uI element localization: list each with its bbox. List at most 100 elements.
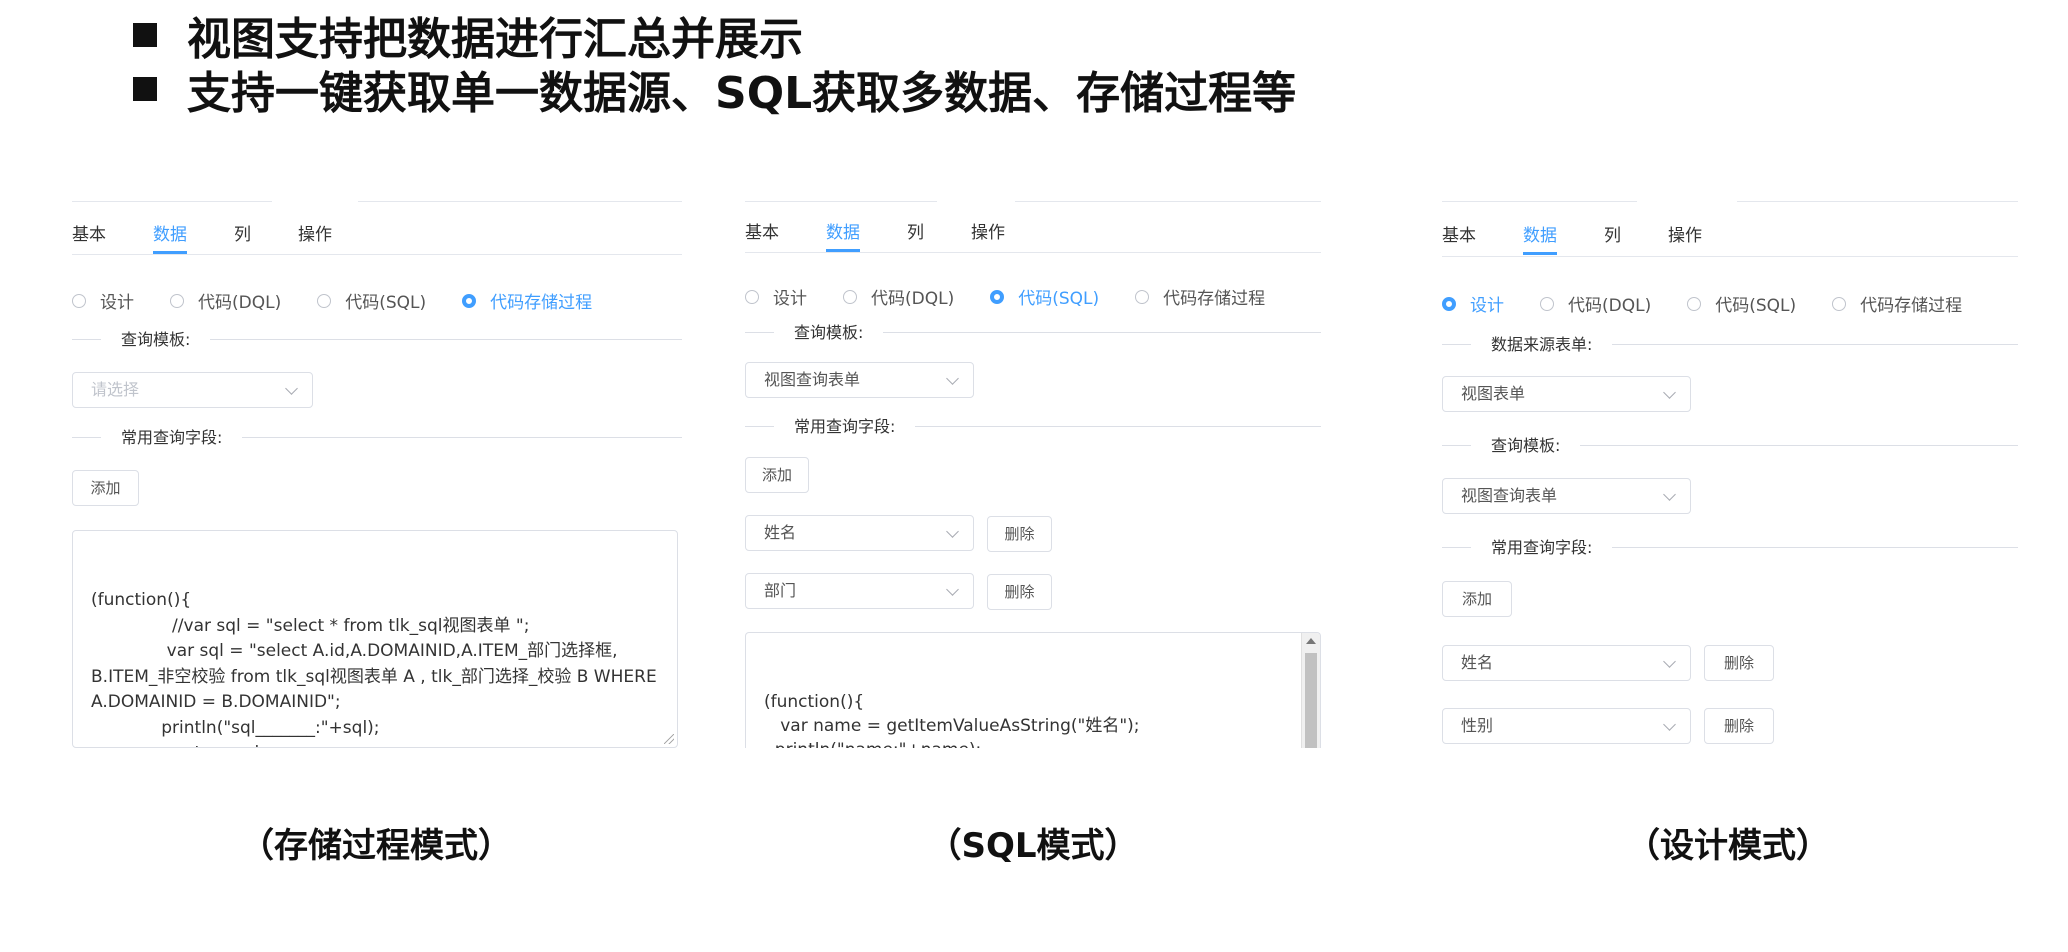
radio-dot-icon [990, 289, 1005, 304]
tab-basic[interactable]: 基本 [1442, 219, 1476, 253]
chevron-down-icon [946, 525, 959, 538]
select-value: 性别 [1461, 716, 1494, 735]
radio-code-dql[interactable]: 代码(DQL) [170, 288, 281, 313]
tab-columns[interactable]: 列 [234, 218, 251, 252]
caption-procedure-mode: （存储过程模式） [240, 826, 512, 866]
mode-radio-group: 设计 代码(DQL) 代码(SQL) 代码存储过程 [72, 288, 628, 313]
radio-dot-icon [1540, 296, 1554, 311]
mode-radio-group: 设计 代码(DQL) 代码(SQL) 代码存储过程 [745, 284, 1301, 309]
tab-actions[interactable]: 操作 [298, 218, 332, 252]
tab-actions[interactable]: 操作 [971, 216, 1005, 250]
scrollbar-thumb[interactable] [1305, 653, 1317, 748]
radio-code-procedure[interactable]: 代码存储过程 [1832, 291, 1962, 316]
radio-code-procedure[interactable]: 代码存储过程 [462, 288, 592, 313]
caption-design-mode: （设计模式） [1626, 826, 1830, 866]
top-border [1015, 201, 1321, 202]
mode-radio-group: 设计 代码(DQL) 代码(SQL) 代码存储过程 [1442, 291, 1998, 316]
radio-label: 代码(SQL) [1715, 296, 1797, 316]
radio-label: 代码存储过程 [490, 293, 593, 313]
radio-design[interactable]: 设计 [72, 288, 134, 313]
section-label: 常用查询字段: [1471, 536, 1613, 560]
tab-columns[interactable]: 列 [1604, 219, 1621, 253]
select-value: 部门 [764, 581, 797, 600]
select-value: 姓名 [1461, 653, 1494, 672]
radio-code-dql[interactable]: 代码(DQL) [1540, 291, 1651, 316]
section-label: 查询模板: [1471, 434, 1581, 458]
bullet-item: 视图支持把数据进行汇总并展示 [133, 8, 1296, 65]
field-select[interactable]: 姓名 [1442, 645, 1691, 681]
delete-field-button[interactable]: 删除 [987, 516, 1052, 552]
top-border [1737, 201, 2018, 202]
tab-data[interactable]: 数据 [1523, 219, 1557, 255]
bullet-text: 支持一键获取单一数据源、SQL获取多数据、存储过程等 [187, 68, 1297, 119]
radio-label: 设计 [1470, 296, 1504, 316]
tab-data[interactable]: 数据 [826, 216, 860, 252]
resize-handle-icon[interactable] [664, 734, 674, 744]
chevron-down-icon [946, 583, 959, 596]
top-border [745, 201, 937, 202]
delete-field-button[interactable]: 删除 [1704, 708, 1774, 744]
radio-label: 代码(SQL) [1018, 289, 1100, 309]
radio-code-dql[interactable]: 代码(DQL) [843, 284, 954, 309]
square-bullet-icon [133, 77, 157, 101]
radio-dot-icon [72, 293, 86, 308]
bullet-list: 视图支持把数据进行汇总并展示 支持一键获取单一数据源、SQL获取多数据、存储过程… [133, 8, 1296, 119]
code-text: (function(){ var name = getItemValueAsSt… [764, 692, 1140, 748]
bullet-item: 支持一键获取单一数据源、SQL获取多数据、存储过程等 [133, 62, 1296, 119]
select-placeholder: 请选择 [91, 380, 140, 399]
select-value: 视图查询表单 [1461, 486, 1558, 505]
field-select[interactable]: 姓名 [745, 515, 974, 551]
radio-label: 代码存储过程 [1860, 296, 1963, 316]
radio-label: 设计 [100, 293, 134, 313]
add-field-button[interactable]: 添加 [1442, 581, 1512, 617]
radio-code-procedure[interactable]: 代码存储过程 [1135, 284, 1265, 309]
code-editor[interactable]: (function(){ //var sql = "select * from … [72, 530, 678, 748]
section-label: 数据来源表单: [1471, 333, 1613, 357]
section-divider: 数据来源表单: [1442, 333, 2018, 357]
template-select[interactable]: 视图查询表单 [745, 362, 974, 398]
radio-design[interactable]: 设计 [745, 284, 807, 309]
radio-dot-icon [843, 289, 857, 304]
chevron-down-icon [1663, 718, 1676, 731]
tab-underline [1442, 256, 2018, 257]
field-select[interactable]: 部门 [745, 573, 974, 609]
template-select[interactable]: 视图查询表单 [1442, 478, 1691, 514]
section-divider: 常用查询字段: [745, 415, 1321, 439]
radio-dot-icon [317, 293, 332, 308]
code-editor[interactable]: (function(){ var name = getItemValueAsSt… [745, 632, 1321, 748]
chevron-down-icon [1663, 386, 1676, 399]
radio-code-sql[interactable]: 代码(SQL) [990, 284, 1099, 309]
tab-columns[interactable]: 列 [907, 216, 924, 250]
delete-field-button[interactable]: 删除 [1704, 645, 1774, 681]
section-label: 常用查询字段: [101, 426, 243, 450]
radio-label: 代码(DQL) [1568, 296, 1652, 316]
code-scrollbar[interactable] [1301, 633, 1320, 748]
chevron-down-icon [1663, 488, 1676, 501]
section-divider: 查询模板: [72, 328, 682, 352]
radio-dot-icon [1687, 296, 1702, 311]
field-select[interactable]: 性别 [1442, 708, 1691, 744]
tab-bar: 基本 数据 列 操作 [1442, 219, 1749, 255]
tab-data[interactable]: 数据 [153, 218, 187, 254]
delete-field-button[interactable]: 删除 [987, 574, 1052, 610]
source-form-select[interactable]: 视图表单 [1442, 376, 1691, 412]
chevron-down-icon [285, 382, 298, 395]
top-border [1442, 201, 1637, 202]
caption-sql-mode: （SQL模式） [927, 826, 1139, 866]
scroll-up-icon[interactable] [1306, 638, 1316, 644]
select-value: 姓名 [764, 523, 797, 542]
radio-code-sql[interactable]: 代码(SQL) [317, 288, 426, 313]
tab-actions[interactable]: 操作 [1668, 219, 1702, 253]
tab-basic[interactable]: 基本 [72, 218, 106, 252]
add-field-button[interactable]: 添加 [72, 470, 139, 506]
add-field-button[interactable]: 添加 [745, 457, 809, 493]
section-divider: 常用查询字段: [1442, 536, 2018, 560]
radio-design[interactable]: 设计 [1442, 291, 1504, 316]
top-border [72, 201, 272, 202]
section-label: 查询模板: [101, 328, 211, 352]
template-select[interactable]: 请选择 [72, 372, 313, 408]
section-divider: 常用查询字段: [72, 426, 682, 450]
panel-design-mode: 基本 数据 列 操作 设计 代码(DQL) 代码(SQL) 代码存储过程 数据来… [1442, 200, 2018, 750]
radio-code-sql[interactable]: 代码(SQL) [1687, 291, 1796, 316]
tab-basic[interactable]: 基本 [745, 216, 779, 250]
